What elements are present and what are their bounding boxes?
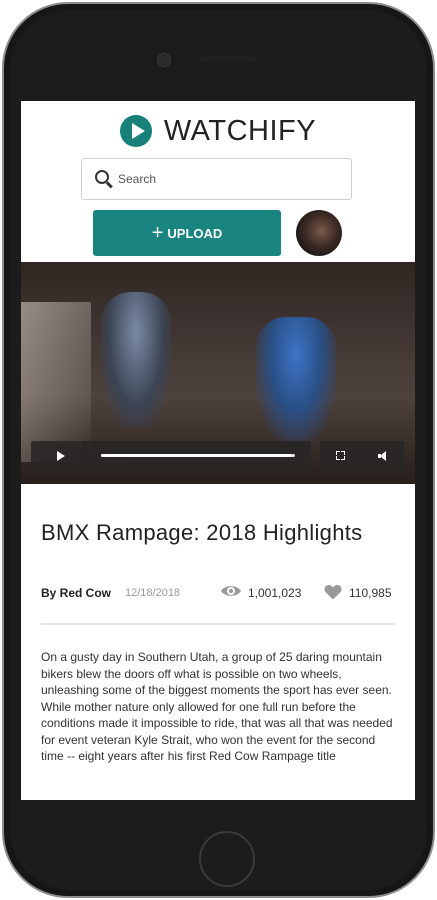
meta-divider [41,623,395,625]
home-button[interactable] [199,831,255,887]
upload-date: 12/18/2018 [125,587,181,599]
view-count: 1,001,023 [248,586,302,600]
progress-fill [101,454,292,457]
volume-button[interactable] [362,441,404,470]
upload-button-label: UPLOAD [167,225,223,241]
play-logo-icon [119,115,152,147]
video-controls [21,441,415,474]
app-header: WATCHIFY [21,109,415,153]
play-icon [57,451,65,461]
video-player[interactable] [21,262,415,484]
upload-button[interactable]: + UPLOAD [93,210,281,256]
app-logo-text: WATCHIFY [163,114,317,147]
play-button[interactable] [31,441,87,470]
search-input[interactable] [118,172,318,186]
app-screen: WATCHIFY + UPLOAD [21,101,415,800]
heart-icon[interactable] [324,584,342,600]
video-description: On a gusty day in Southern Utah, a group… [41,650,393,763]
eye-icon [221,586,241,596]
user-avatar[interactable] [296,210,342,256]
author-link[interactable]: By Red Cow [41,586,111,600]
search-icon [95,170,113,188]
video-frame-light [21,302,91,462]
video-frame-rider [256,317,336,442]
video-meta: By Red Cow 12/18/2018 1,001,023 110,985 [41,583,396,605]
progress-track[interactable] [101,454,295,457]
plus-icon: + [151,222,164,244]
like-count: 110,985 [349,586,392,600]
fullscreen-icon [336,451,345,460]
search-box[interactable] [81,158,352,200]
front-camera [157,53,171,67]
fullscreen-button[interactable] [320,441,362,470]
video-frame-rider [101,292,171,427]
earpiece-speaker [198,56,258,62]
volume-icon [378,451,389,461]
video-title: BMX Rampage: 2018 Highlights [41,520,363,545]
progress-bar[interactable] [83,441,311,470]
